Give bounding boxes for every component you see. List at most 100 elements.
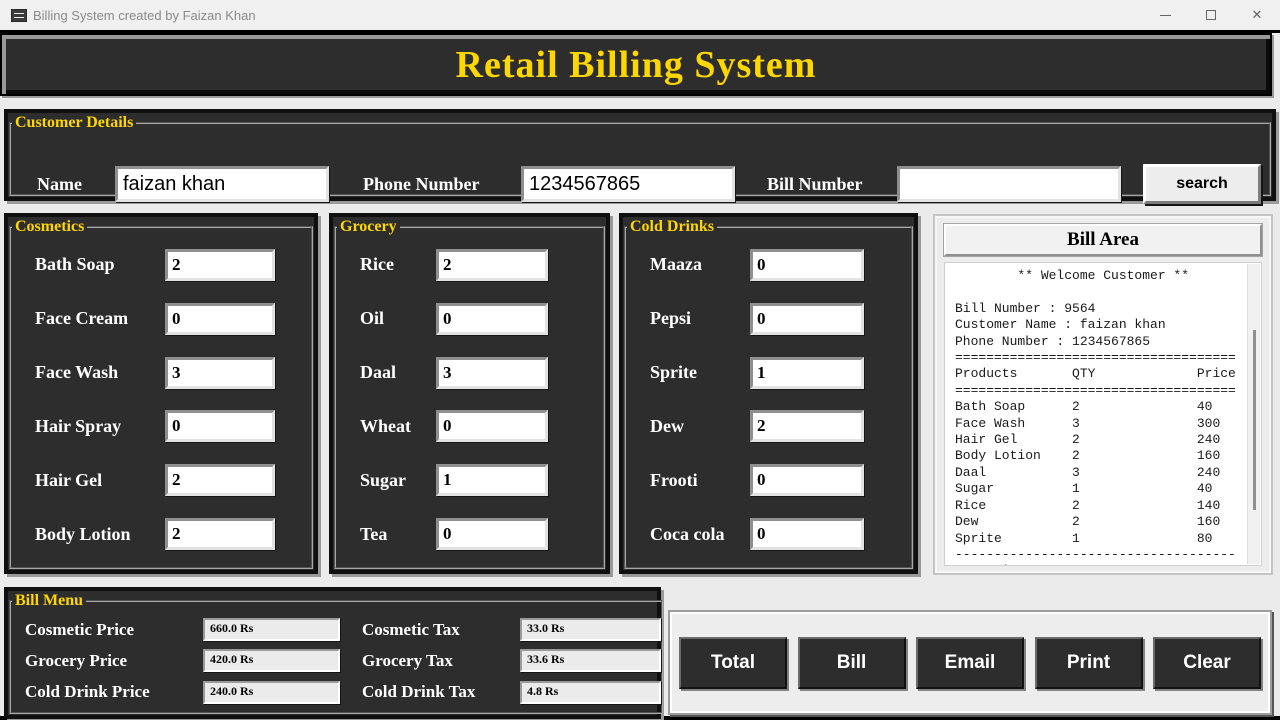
bill-menu-legend: Bill Menu <box>15 592 84 609</box>
name-input[interactable] <box>115 166 329 202</box>
bill-menu-row: Cosmetic Price 660.0 Rs Cosmetic Tax 33.… <box>25 618 661 642</box>
grocery-section: Grocery Rice Oil Daal Wheat <box>329 213 610 574</box>
sprite-qty-input[interactable] <box>750 356 864 389</box>
maaza-qty-input[interactable] <box>750 248 864 281</box>
cosmetic-price-label: Cosmetic Price <box>25 619 135 639</box>
clear-button[interactable]: Clear <box>1153 636 1261 689</box>
bill-menu-section: Bill Menu Cosmetic Price 660.0 Rs Cosmet… <box>4 587 663 719</box>
sugar-qty-input[interactable] <box>436 464 548 497</box>
hair-gel-qty-input[interactable] <box>165 464 275 497</box>
cold-drinks-section: Cold Drinks Maaza Pepsi Sprite Dew <box>619 213 918 574</box>
header-panel: Retail Billing System <box>0 33 1272 96</box>
phone-number-input[interactable] <box>521 166 735 202</box>
bill-text-area: ** Welcome Customer ** Bill Number : 956… <box>944 262 1262 566</box>
face-cream-label: Face Cream <box>35 308 129 329</box>
wheat-label: Wheat <box>360 415 411 436</box>
bill-scrollbar[interactable] <box>1247 264 1260 564</box>
daal-label: Daal <box>360 362 396 383</box>
email-button[interactable]: Email <box>916 636 1024 689</box>
product-row: Rice <box>360 248 603 281</box>
maximize-button[interactable] <box>1188 0 1234 30</box>
cosmetics-section: Cosmetics Bath Soap Face Cream Face Wash… <box>4 213 318 574</box>
rice-label: Rice <box>360 254 394 275</box>
product-row: Sprite <box>650 356 911 389</box>
face-wash-qty-input[interactable] <box>165 356 275 389</box>
app-content: Retail Billing System Customer Details N… <box>0 30 1280 720</box>
cosmetic-tax-value: 33.0 Rs <box>520 618 661 642</box>
grocery-tax-label: Grocery Tax <box>362 650 453 670</box>
product-row: Dew <box>650 410 911 443</box>
bill-area-title: Bill Area <box>943 223 1263 257</box>
product-row: Coca cola <box>650 518 911 551</box>
cold-drink-price-value: 240.0 Rs <box>203 680 340 704</box>
window-controls: ✕ <box>1142 0 1280 30</box>
frooti-label: Frooti <box>650 469 698 490</box>
oil-qty-input[interactable] <box>436 302 548 335</box>
product-row: Bath Soap <box>35 248 311 281</box>
dew-label: Dew <box>650 415 684 436</box>
bill-menu-row: Cold Drink Price 240.0 Rs Cold Drink Tax… <box>25 680 661 704</box>
cold-drink-tax-value: 4.8 Rs <box>520 680 661 704</box>
bill-area-section: Bill Area ** Welcome Customer ** Bill Nu… <box>933 214 1273 575</box>
bath-soap-label: Bath Soap <box>35 254 115 275</box>
minimize-icon <box>1159 14 1171 16</box>
bath-soap-qty-input[interactable] <box>165 248 275 281</box>
pepsi-label: Pepsi <box>650 308 692 329</box>
tea-label: Tea <box>360 523 388 544</box>
tea-qty-input[interactable] <box>436 518 548 551</box>
bill-button[interactable]: Bill <box>797 636 906 689</box>
product-row: Daal <box>360 356 603 389</box>
product-row: Face Wash <box>35 356 311 389</box>
total-button[interactable]: Total <box>679 636 787 689</box>
face-cream-qty-input[interactable] <box>165 302 275 335</box>
action-buttons-panel: Total Bill Email Print Clear <box>668 610 1272 715</box>
page-title: Retail Billing System <box>455 43 817 86</box>
cosmetics-legend: Cosmetics <box>15 218 85 235</box>
product-row: Pepsi <box>650 302 911 335</box>
product-row: Oil <box>360 302 603 335</box>
print-button[interactable]: Print <box>1034 636 1143 689</box>
maximize-icon <box>1206 10 1216 20</box>
maaza-label: Maaza <box>650 254 702 275</box>
scrollbar-thumb[interactable] <box>1253 330 1256 510</box>
product-row: Frooti <box>650 464 911 497</box>
cold-drinks-legend: Cold Drinks <box>630 218 715 235</box>
pepsi-qty-input[interactable] <box>750 302 864 335</box>
wheat-qty-input[interactable] <box>436 410 548 443</box>
name-label: Name <box>37 174 82 194</box>
oil-label: Oil <box>360 308 385 329</box>
customer-details-legend: Customer Details <box>15 114 134 131</box>
hair-gel-label: Hair Gel <box>35 469 103 490</box>
bill-number-label: Bill Number <box>767 174 863 194</box>
grocery-price-value: 420.0 Rs <box>203 649 340 673</box>
close-icon: ✕ <box>1251 7 1263 22</box>
product-row: Face Cream <box>35 302 311 335</box>
search-button[interactable]: search <box>1143 164 1261 204</box>
bill-menu-row: Grocery Price 420.0 Rs Grocery Tax 33.6 … <box>25 649 661 673</box>
sprite-label: Sprite <box>650 362 697 383</box>
sugar-label: Sugar <box>360 469 407 490</box>
bill-receipt-text: ** Welcome Customer ** Bill Number : 956… <box>955 268 1236 565</box>
body-lotion-label: Body Lotion <box>35 523 131 544</box>
grocery-tax-value: 33.6 Rs <box>520 649 661 673</box>
cold-drink-price-label: Cold Drink Price <box>25 682 150 702</box>
rice-qty-input[interactable] <box>436 248 548 281</box>
minimize-button[interactable] <box>1142 0 1188 30</box>
dew-qty-input[interactable] <box>750 410 864 443</box>
coca-cola-qty-input[interactable] <box>750 518 864 551</box>
product-row: Maaza <box>650 248 911 281</box>
body-lotion-qty-input[interactable] <box>165 518 275 551</box>
window-title: Billing System created by Faizan Khan <box>33 7 256 23</box>
daal-qty-input[interactable] <box>436 356 548 389</box>
product-row: Sugar <box>360 464 603 497</box>
hair-spray-label: Hair Spray <box>35 415 122 436</box>
customer-details-section: Customer Details Name Phone Number Bill … <box>4 109 1276 204</box>
frooti-qty-input[interactable] <box>750 464 864 497</box>
grocery-legend: Grocery <box>340 218 397 235</box>
product-row: Hair Gel <box>35 464 311 497</box>
app-icon <box>11 8 27 22</box>
hair-spray-qty-input[interactable] <box>165 410 275 443</box>
bill-number-input[interactable] <box>897 166 1121 202</box>
close-button[interactable]: ✕ <box>1234 0 1280 30</box>
product-row: Hair Spray <box>35 410 311 443</box>
